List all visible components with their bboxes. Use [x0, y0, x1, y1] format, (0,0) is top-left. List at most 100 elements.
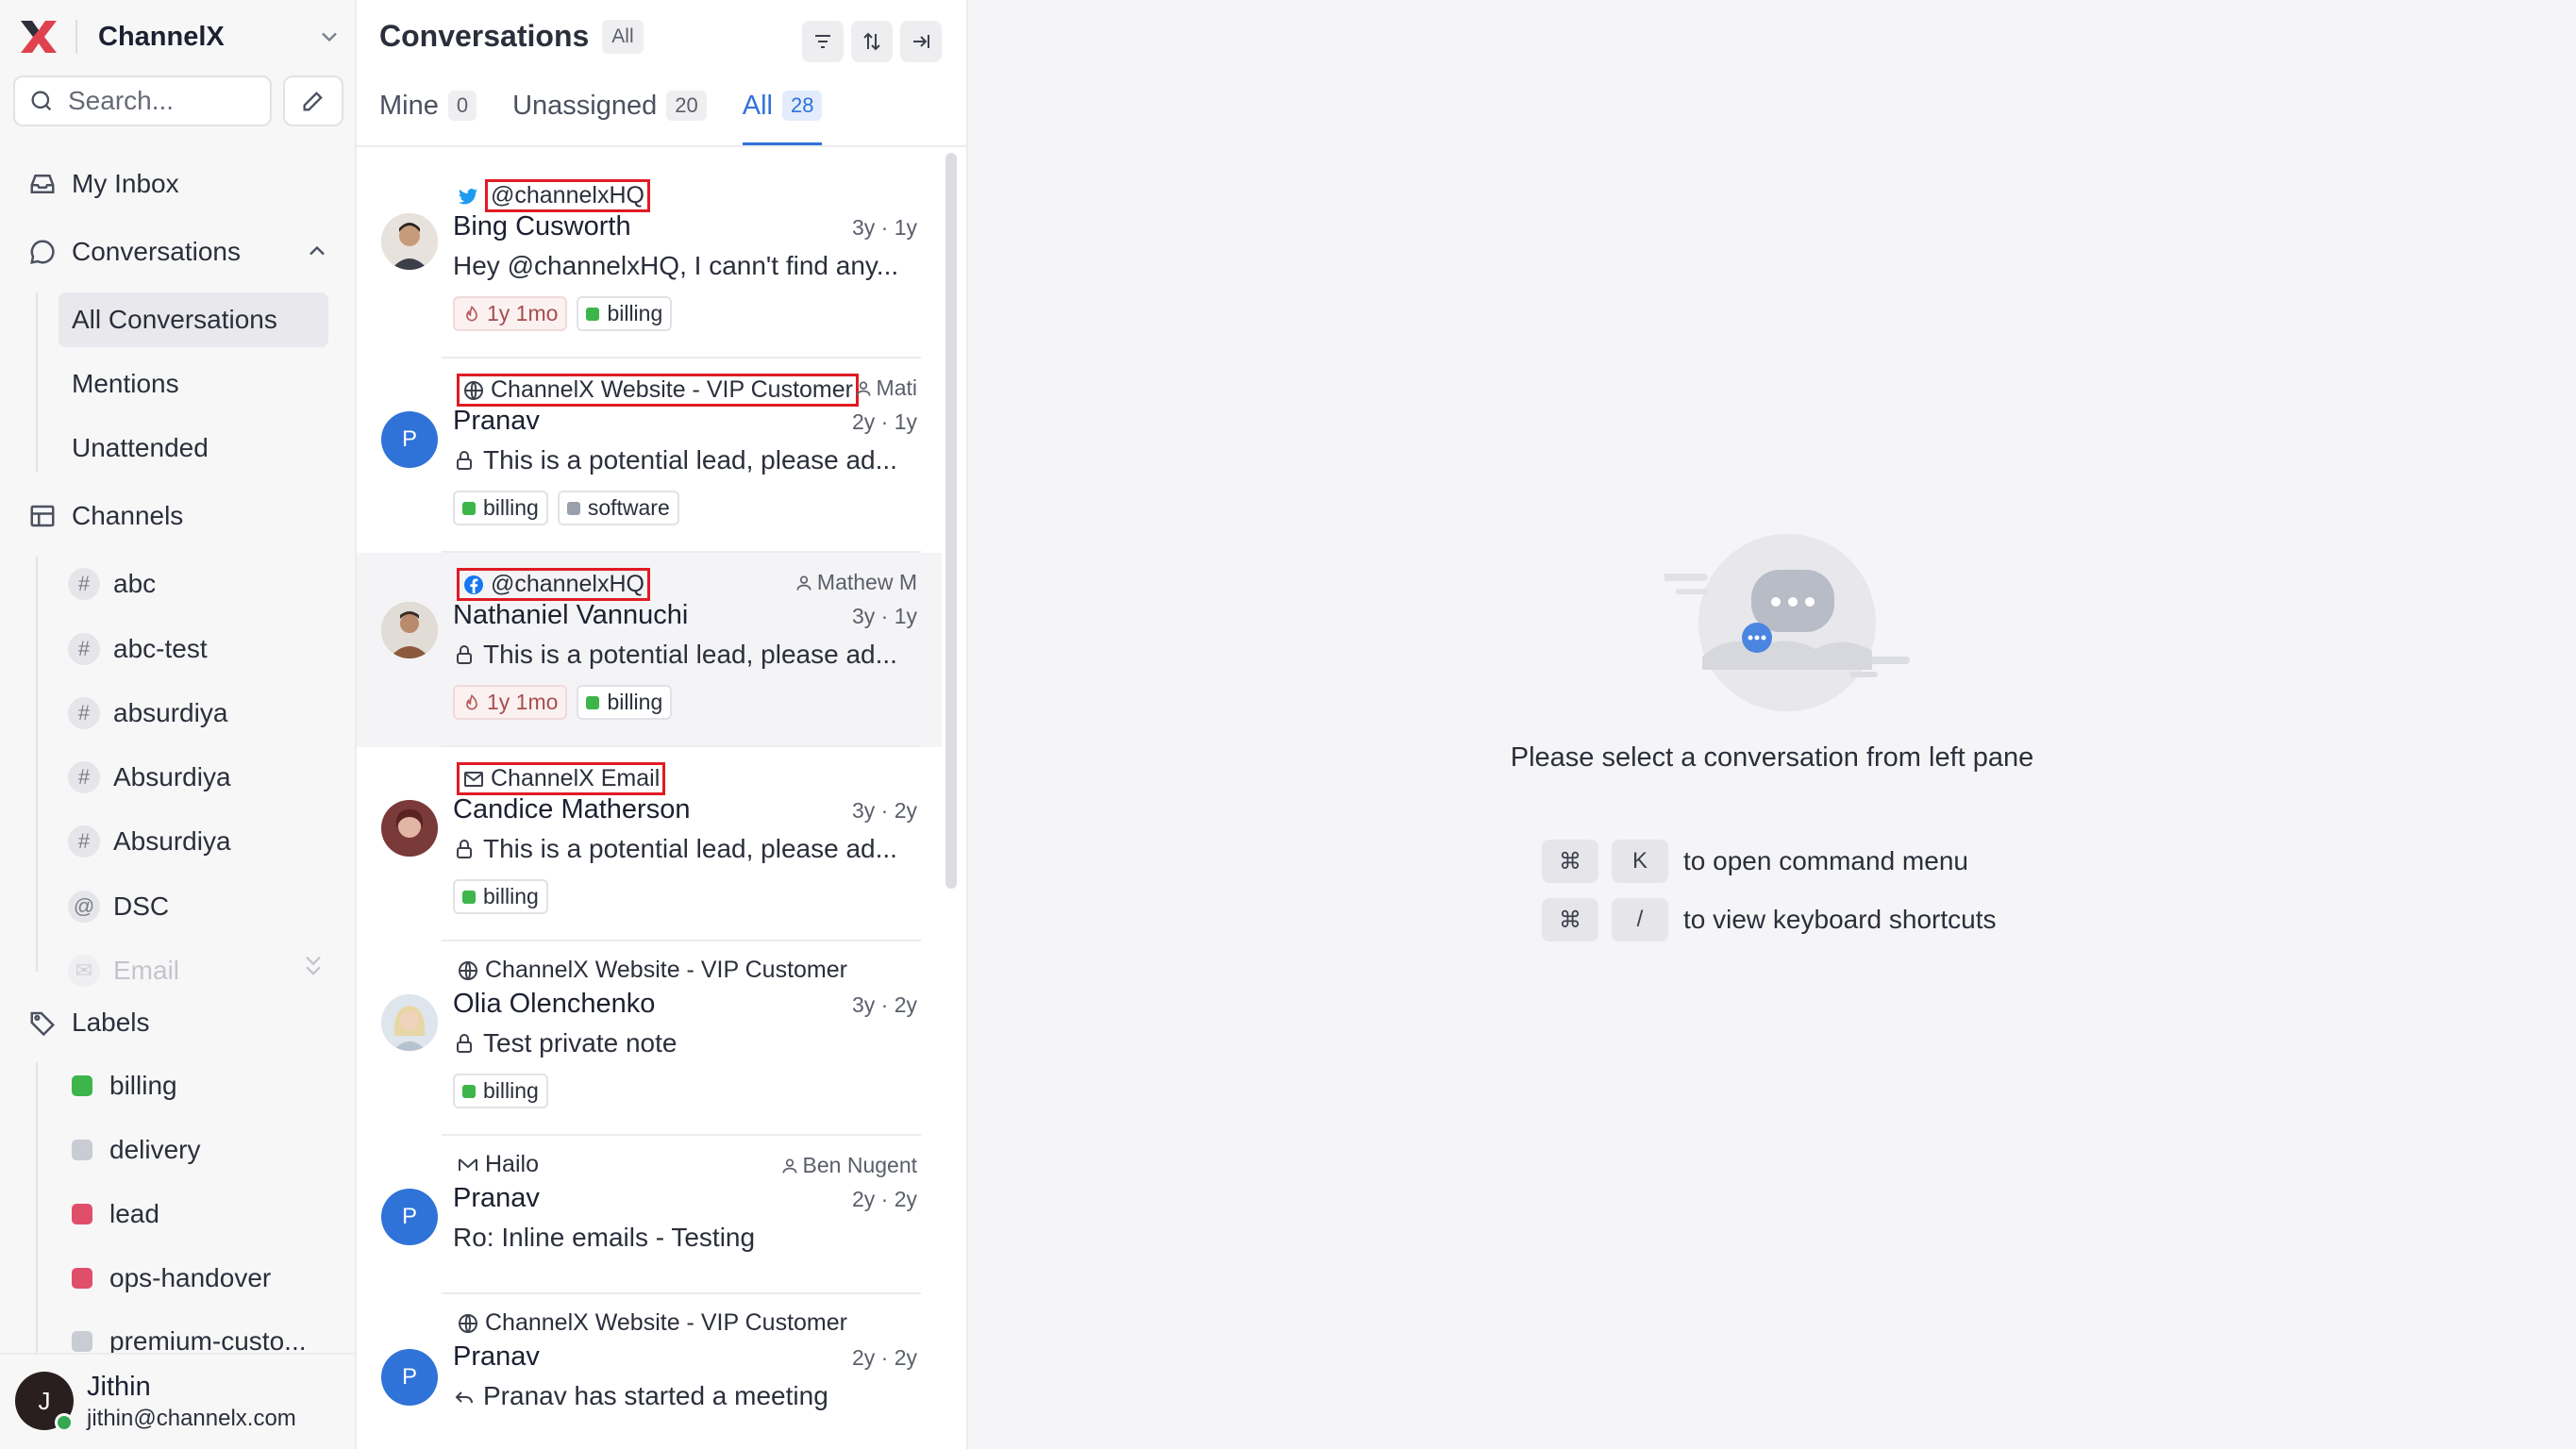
conversation-item[interactable]: P ChannelX Website - VIP Customer Mati P…: [357, 358, 942, 553]
conversation-item[interactable]: P Hailo Ben Nugent Pranav 2y · 2y Ro: In…: [357, 1136, 942, 1294]
channel-abc-test[interactable]: # abc-test: [68, 628, 208, 670]
channel-abc[interactable]: # abc: [68, 563, 156, 605]
sla-badge: 1y 1mo: [453, 685, 568, 720]
channel-absurdiya-2[interactable]: # Absurdiya: [68, 757, 231, 798]
search-box[interactable]: [13, 75, 272, 126]
channel-absurdiya-3[interactable]: # Absurdiya: [68, 821, 231, 862]
brand-name: ChannelX: [98, 21, 225, 52]
nav-channels[interactable]: Channels: [28, 494, 183, 538]
tab-label: Mine: [379, 91, 439, 121]
sla-text: 1y 1mo: [487, 301, 559, 325]
channel-label: Email: [113, 956, 180, 985]
channel-email[interactable]: ✉ Email: [68, 950, 179, 991]
tab-unassigned[interactable]: Unassigned 20: [512, 91, 707, 145]
brand-divider: [75, 20, 77, 54]
command-key: ⌘: [1542, 840, 1598, 883]
assignee-name: Ben Nugent: [802, 1153, 917, 1177]
filter-icon: [815, 35, 830, 48]
conversation-item[interactable]: P ChannelX Website - VIP Customer Pranav…: [357, 1294, 942, 1449]
hash-icon: #: [68, 697, 100, 729]
contact-name: Olia Olenchenko: [453, 989, 656, 1019]
message-text: This is a potential lead, please ad...: [483, 834, 897, 863]
label-ops-handover[interactable]: ops-handover: [72, 1257, 271, 1299]
view-all-conversations[interactable]: All Conversations: [59, 292, 328, 347]
hash-icon: #: [68, 633, 100, 665]
chevrons-down-icon[interactable]: [300, 950, 326, 982]
brand-switcher[interactable]: ChannelX: [17, 15, 343, 58]
label-lead[interactable]: lead: [72, 1193, 159, 1235]
sort-button[interactable]: [851, 21, 893, 62]
tag-icon: [30, 1011, 56, 1037]
message-preview: This is a potential lead, please ad...: [453, 445, 897, 475]
nav-my-inbox[interactable]: My Inbox: [28, 162, 179, 206]
message-preview: Ro: Inline emails - Testing: [453, 1223, 755, 1253]
label-tag: billing: [453, 879, 548, 914]
filter-button[interactable]: [802, 21, 844, 62]
user-icon: [856, 381, 871, 396]
contact-name: Pranav: [453, 1183, 540, 1213]
inbox-name: @channelxHQ: [457, 568, 650, 601]
label-tag-text: billing: [607, 690, 663, 714]
list-scrollbar[interactable]: [945, 153, 957, 889]
conversation-time: 2y · 2y: [851, 1187, 917, 1211]
chat-bubble-icon: [30, 240, 55, 264]
mail-icon: [459, 1158, 477, 1171]
inbox-label-highlighted: ChannelX Email: [457, 762, 666, 795]
tab-all[interactable]: All 28: [742, 91, 823, 145]
shortcut-keyboard-shortcuts: ⌘ / to view keyboard shortcuts: [1542, 898, 1997, 941]
channel-label: absurdiya: [113, 698, 228, 727]
conversation-item[interactable]: @channelxHQ Mathew M Nathaniel Vannuchi …: [357, 553, 942, 747]
sort-icon: [863, 32, 880, 51]
message-text: Pranav has started a meeting: [483, 1381, 828, 1410]
inbox-label-text: @channelxHQ: [491, 571, 644, 597]
slash-key: /: [1612, 898, 1668, 941]
label-delivery[interactable]: delivery: [72, 1129, 200, 1171]
channel-label: DSC: [113, 891, 170, 921]
assignee-name: Mati: [876, 375, 917, 400]
label-text: billing: [109, 1071, 177, 1100]
label-billing[interactable]: billing: [72, 1065, 177, 1107]
inbox-name: @channelxHQ: [457, 179, 650, 212]
nav-conversations[interactable]: Conversations: [28, 230, 241, 274]
chevron-down-icon[interactable]: [316, 24, 343, 50]
profile-menu[interactable]: J Jithin jithin@channelx.com: [0, 1353, 355, 1449]
message-preview: Test private note: [453, 1028, 677, 1058]
inbox-name: Hailo: [457, 1151, 539, 1178]
channel-dsc[interactable]: @ DSC: [68, 886, 169, 927]
message-preview: Pranav has started a meeting: [453, 1381, 828, 1411]
label-color-dot: [462, 501, 476, 515]
view-unattended[interactable]: Unattended: [59, 421, 328, 475]
view-mentions[interactable]: Mentions: [59, 357, 328, 411]
message-text: Test private note: [483, 1028, 677, 1058]
search-input[interactable]: [68, 86, 257, 116]
nav-labels-label: Labels: [72, 1008, 150, 1037]
compose-button[interactable]: [283, 75, 343, 126]
nav-labels[interactable]: Labels: [28, 1001, 150, 1044]
assignee: Ben Nugent: [780, 1153, 917, 1178]
collapse-list-button[interactable]: [900, 21, 942, 62]
label-text: lead: [109, 1199, 159, 1228]
channels-grid-icon: [30, 505, 55, 527]
nav-conversations-label: Conversations: [72, 237, 241, 266]
sla-text: 1y 1mo: [487, 690, 559, 714]
user-icon: [782, 1158, 797, 1174]
tab-mine[interactable]: Mine 0: [379, 91, 477, 145]
nav-channels-label: Channels: [72, 501, 184, 530]
label-color-dot: [72, 1204, 92, 1224]
label-tag: billing: [577, 685, 673, 720]
inbox-label-highlighted: ChannelX Website - VIP Customer: [457, 374, 859, 407]
label-text: delivery: [109, 1135, 201, 1164]
label-tag: billing: [453, 491, 548, 525]
globe-icon: [464, 380, 483, 400]
hash-icon: #: [68, 761, 100, 793]
status-filter-badge[interactable]: All: [602, 19, 644, 54]
facebook-icon: [464, 575, 483, 594]
conversation-item[interactable]: ChannelX Website - VIP Customer Olia Ole…: [357, 941, 942, 1136]
conversation-item[interactable]: @channelxHQ Bing Cusworth 3y · 1y Hey @c…: [357, 164, 942, 358]
tab-label: Unassigned: [512, 91, 658, 121]
chevron-up-icon[interactable]: [304, 238, 330, 264]
channel-absurdiya[interactable]: # absurdiya: [68, 692, 227, 734]
conversation-item[interactable]: ChannelX Email Candice Matherson 3y · 2y…: [357, 747, 942, 941]
label-color-dot: [72, 1075, 92, 1096]
channel-label: abc: [113, 569, 157, 598]
